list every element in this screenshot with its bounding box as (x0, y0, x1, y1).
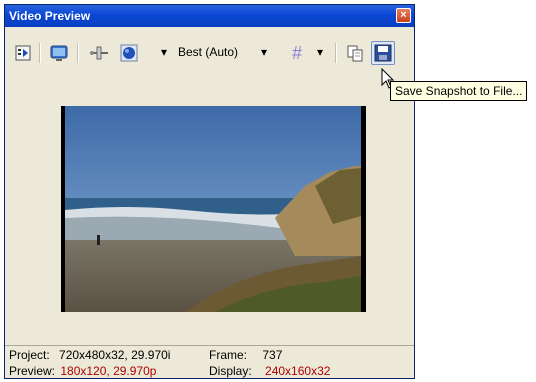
frame-label: Frame: (209, 348, 248, 362)
status-panel: Project: 720x480x32, 29.970i Frame: 737 … (5, 345, 414, 382)
preview-properties-button[interactable] (11, 41, 35, 65)
chevron-down-icon: ▾ (161, 45, 168, 59)
status-row-frame: Frame: 737 (209, 348, 282, 362)
status-row-preview: Preview: 180x120, 29.970p (9, 364, 156, 378)
save-snapshot-button[interactable] (371, 41, 395, 65)
status-row-display: Display: 240x160x32 (209, 364, 330, 378)
copy-icon (347, 45, 363, 62)
display-value: 240x160x32 (265, 364, 331, 378)
video-frame (65, 106, 361, 312)
tooltip: Save Snapshot to File... (390, 81, 528, 101)
window-title: Video Preview (9, 9, 91, 23)
preview-area[interactable] (61, 106, 366, 312)
toolbar-separator (39, 43, 41, 63)
circle-icon (120, 44, 138, 62)
overlays-button[interactable]: # (285, 41, 309, 65)
chevron-down-icon: ▾ (261, 45, 268, 59)
external-monitor-button[interactable] (47, 41, 71, 65)
quality-dropdown[interactable]: Best (Auto) (178, 45, 238, 59)
save-icon (374, 44, 392, 62)
toolbar-separator (335, 43, 337, 63)
preview-label: Preview: (9, 364, 56, 378)
status-row-project: Project: 720x480x32, 29.970i (9, 348, 170, 362)
close-icon: × (400, 9, 407, 21)
quality-dropdown-arrow[interactable]: ▾ (261, 45, 271, 59)
chevron-down-icon: ▾ (317, 45, 324, 59)
quality-dropdown-arrow[interactable]: ▾ (161, 45, 171, 59)
copy-snapshot-button[interactable] (343, 41, 367, 65)
frame-value: 737 (262, 348, 283, 362)
title-bar[interactable]: Video Preview × (5, 5, 414, 27)
display-label: Display: (209, 364, 252, 378)
split-screen-icon (90, 46, 108, 60)
monitor-icon (50, 45, 68, 61)
project-label: Project: (9, 348, 50, 362)
preview-quality-button[interactable] (117, 41, 141, 65)
grid-icon: # (291, 42, 302, 63)
toolbar-separator (77, 43, 79, 63)
project-value: 720x480x32, 29.970i (59, 348, 171, 362)
toolbar: ▾ Best (Auto) ▾ # ▾ (5, 33, 414, 69)
video-preview-window: Video Preview × ▾ Best (Auto) ▾ # ▾ Proj… (4, 4, 415, 379)
close-button[interactable]: × (396, 8, 411, 23)
properties-icon (15, 45, 31, 61)
beach-scene-image (65, 106, 361, 312)
preview-value: 180x120, 29.970p (60, 364, 157, 378)
overlays-dropdown-arrow[interactable]: ▾ (317, 45, 327, 59)
tooltip-text: Save Snapshot to File... (395, 84, 523, 98)
split-screen-button[interactable] (87, 41, 111, 65)
